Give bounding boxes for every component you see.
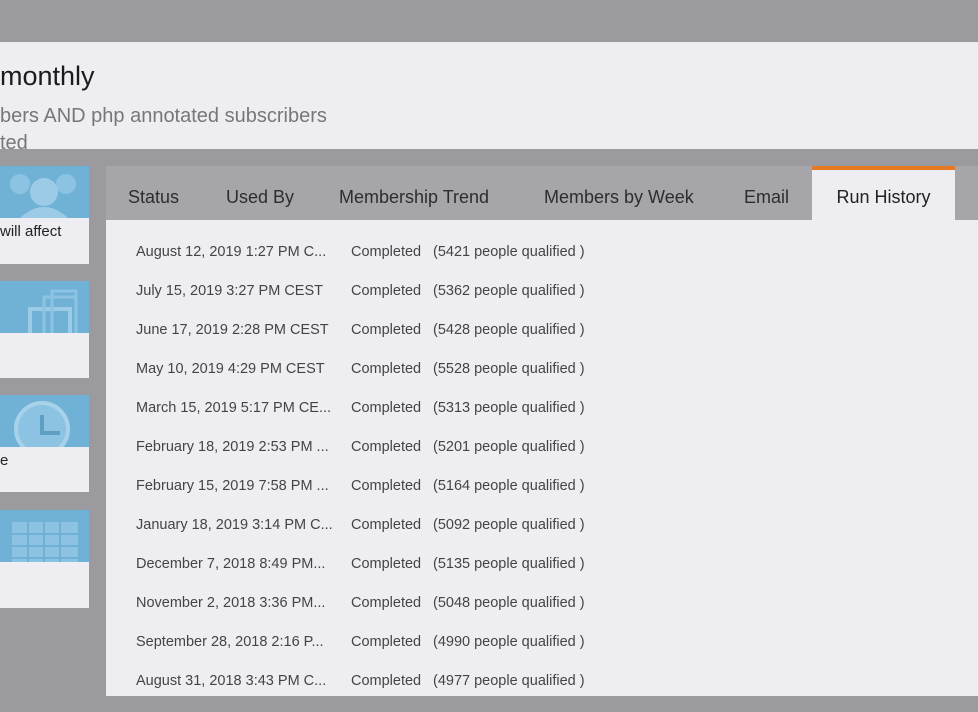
run-status: Completed <box>351 244 422 260</box>
run-status: Completed <box>351 400 422 416</box>
run-status: Completed <box>351 673 422 689</box>
list-item: August 12, 2019 1:27 PM C... Completed (… <box>106 244 978 283</box>
list-item: July 15, 2019 3:27 PM CEST Completed (53… <box>106 283 978 322</box>
calendar-card[interactable] <box>0 510 89 608</box>
list-item: August 31, 2018 3:43 PM C... Completed (… <box>106 673 978 712</box>
tab-run-history[interactable]: Run History <box>812 166 955 220</box>
run-qualified-count: (5313 people qualified ) <box>433 400 585 416</box>
tab-used-by[interactable]: Used By <box>226 166 294 220</box>
run-qualified-count: (4990 people qualified ) <box>433 634 585 650</box>
list-item: January 18, 2019 3:14 PM C... Completed … <box>106 517 978 556</box>
run-status: Completed <box>351 478 422 494</box>
card-label: e <box>0 452 9 469</box>
run-date: August 31, 2018 3:43 PM C... <box>136 673 327 689</box>
list-item: March 15, 2019 5:17 PM CE... Completed (… <box>106 400 978 439</box>
run-qualified-count: (5421 people qualified ) <box>433 244 585 260</box>
list-item: September 28, 2018 2:16 P... Completed (… <box>106 634 978 673</box>
tab-bar: Status Used By Membership Trend Members … <box>106 166 978 220</box>
tab-membership-trend[interactable]: Membership Trend <box>339 166 489 220</box>
list-item: December 7, 2018 8:49 PM... Completed (5… <box>106 556 978 595</box>
run-qualified-count: (5092 people qualified ) <box>433 517 585 533</box>
run-date: September 28, 2018 2:16 P... <box>136 634 324 650</box>
list-description-line2: ted <box>0 132 28 154</box>
list-header: monthly bers AND php annotated subscribe… <box>0 42 978 154</box>
run-date: February 15, 2019 7:58 PM ... <box>136 478 329 494</box>
run-qualified-count: (5528 people qualified ) <box>433 361 585 377</box>
run-date: January 18, 2019 3:14 PM C... <box>136 517 333 533</box>
run-date: July 15, 2019 3:27 PM CEST <box>136 283 323 299</box>
run-qualified-count: (4977 people qualified ) <box>433 673 585 689</box>
people-icon <box>0 166 89 218</box>
run-qualified-count: (5164 people qualified ) <box>433 478 585 494</box>
run-qualified-count: (5201 people qualified ) <box>433 439 585 455</box>
list-item: February 15, 2019 7:58 PM ... Completed … <box>106 478 978 517</box>
card-label: will affect <box>0 223 62 240</box>
clock-icon <box>0 395 89 447</box>
list-description: bers AND php annotated subscribers <box>0 105 327 127</box>
run-status: Completed <box>351 439 422 455</box>
run-qualified-count: (5428 people qualified ) <box>433 322 585 338</box>
run-date: November 2, 2018 3:36 PM... <box>136 595 326 611</box>
list-item: February 18, 2019 2:53 PM ... Completed … <box>106 439 978 478</box>
run-status: Completed <box>351 361 422 377</box>
run-date: March 15, 2019 5:17 PM CE... <box>136 400 332 416</box>
list-item: June 17, 2019 2:28 PM CEST Completed (54… <box>106 322 978 361</box>
run-status: Completed <box>351 634 422 650</box>
stacked-layers-icon <box>0 281 89 333</box>
tab-members-by-week[interactable]: Members by Week <box>544 166 694 220</box>
run-qualified-count: (5135 people qualified ) <box>433 556 585 572</box>
run-date: February 18, 2019 2:53 PM ... <box>136 439 329 455</box>
run-date: December 7, 2018 8:49 PM... <box>136 556 326 572</box>
page-title: monthly <box>0 61 95 91</box>
list-item: November 2, 2018 3:36 PM... Completed (5… <box>106 595 978 634</box>
run-qualified-count: (5362 people qualified ) <box>433 283 585 299</box>
run-status: Completed <box>351 556 422 572</box>
run-status: Completed <box>351 283 422 299</box>
run-date: June 17, 2019 2:28 PM CEST <box>136 322 329 338</box>
people-card[interactable]: will affect <box>0 166 89 264</box>
tab-status[interactable]: Status <box>128 166 179 220</box>
run-status: Completed <box>351 517 422 533</box>
list-item: May 10, 2019 4:29 PM CEST Completed (552… <box>106 361 978 400</box>
run-qualified-count: (5048 people qualified ) <box>433 595 585 611</box>
details-panel: Status Used By Membership Trend Members … <box>106 166 978 696</box>
run-date: August 12, 2019 1:27 PM C... <box>136 244 327 260</box>
run-status: Completed <box>351 595 422 611</box>
run-status: Completed <box>351 322 422 338</box>
layers-card[interactable] <box>0 281 89 378</box>
tab-email[interactable]: Email <box>744 166 789 220</box>
run-date: May 10, 2019 4:29 PM CEST <box>136 361 325 377</box>
calendar-grid-icon <box>0 510 89 562</box>
clock-card[interactable]: e <box>0 395 89 492</box>
